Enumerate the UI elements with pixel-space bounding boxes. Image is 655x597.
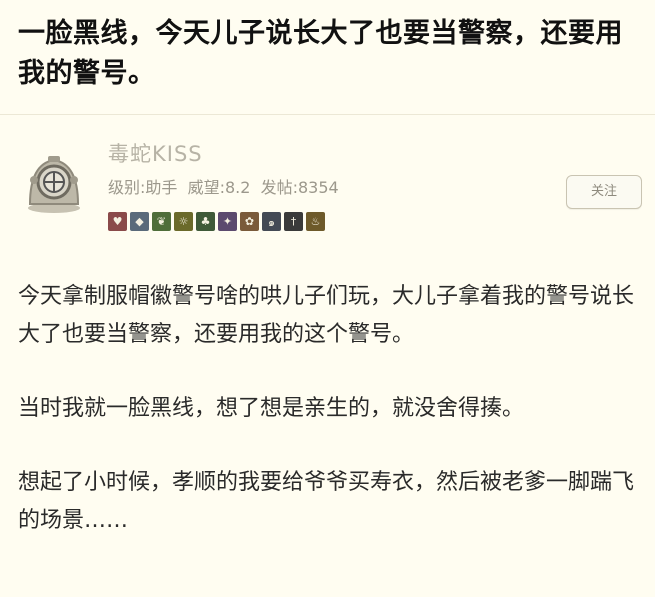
post-header: 毒蛇KISS 级别:助手 威望:8.2 发帖:8354 关注 ♥ ◆ ❦ ☼ ♣… — [0, 130, 655, 245]
bird-badge-icon: ✦ — [218, 212, 237, 231]
username[interactable]: 毒蛇KISS — [108, 138, 203, 168]
flame-badge-icon: ♨ — [306, 212, 325, 231]
leaf-badge-icon: ❦ — [152, 212, 171, 231]
sun-badge-icon: ☼ — [174, 212, 193, 231]
swirl-badge-icon: ๑ — [262, 212, 281, 231]
diving-helmet-icon — [28, 156, 80, 213]
post-paragraph: 今天拿制服帽徽警号啥的哄儿子们玩，大儿子拿着我的警号说长大了也要当警察，还要用我… — [18, 284, 635, 347]
follow-button[interactable]: 关注 — [566, 175, 642, 209]
badge-row: ♥ ◆ ❦ ☼ ♣ ✦ ✿ ๑ † ♨ — [108, 212, 325, 231]
heart-badge-icon: ♥ — [108, 212, 127, 231]
avatar[interactable] — [22, 150, 86, 214]
user-meta: 级别:助手 威望:8.2 发帖:8354 — [108, 178, 339, 197]
sword-badge-icon: † — [284, 212, 303, 231]
post-paragraph: 当时我就一脸黑线，想了想是亲生的，就没舍得揍。 — [18, 396, 525, 421]
headline: 一脸黑线，今天儿子说长大了也要当警察，还要用我的警号。 — [18, 18, 623, 89]
post-body: 今天拿制服帽徽警号啥的哄儿子们玩，大儿子拿着我的警号说长大了也要当警察，还要用我… — [18, 278, 643, 576]
post-paragraph: 想起了小时候，孝顺的我要给爷爷买寿衣，然后被老爹一脚踹飞的场景…… — [18, 470, 635, 533]
shield-badge-icon: ◆ — [130, 212, 149, 231]
divider — [0, 114, 655, 115]
flower-badge-icon: ✿ — [240, 212, 259, 231]
tree-badge-icon: ♣ — [196, 212, 215, 231]
